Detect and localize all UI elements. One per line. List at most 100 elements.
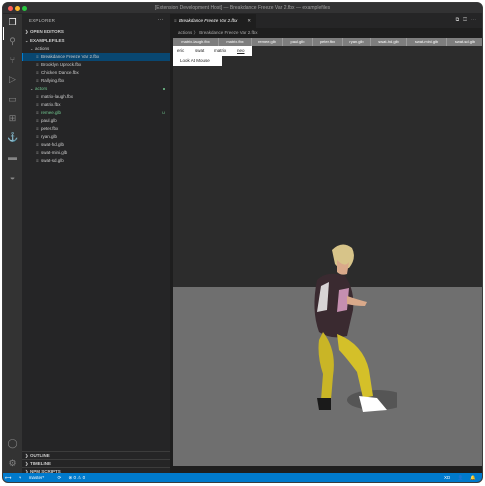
- model-viewer-viewport[interactable]: matrix-laugh.fbx matrix.fbx remee.glb pa…: [173, 38, 482, 466]
- dancer-model: [314, 244, 397, 412]
- problems-indicator[interactable]: ⊗ 0 ⚠ 0: [69, 475, 86, 480]
- model-left-shoe: [317, 398, 331, 410]
- file-label: Chicken Dance.fbx: [41, 70, 79, 75]
- split-editor-icon[interactable]: ◫: [463, 17, 471, 23]
- notifications-bell-icon[interactable]: 🔔: [470, 475, 476, 480]
- file-item[interactable]: ≡ swat-hd.glb: [22, 141, 170, 149]
- more-actions-icon[interactable]: ···: [157, 14, 164, 27]
- character-button[interactable]: eric: [177, 46, 184, 56]
- look-at-mouse-button[interactable]: Look At Mouse: [173, 56, 222, 66]
- branch-icon: ⑂: [18, 475, 22, 480]
- file-label: matrix-laugh.fbx: [41, 94, 74, 99]
- explorer-header: EXPLORER ···: [22, 14, 170, 27]
- editor-area: ≡ Breakdance Freeze Var 2.fbx ✕ ⧉◫⋯ acti…: [170, 14, 482, 475]
- file-label: Breakdance Freeze Var 2.fbx: [41, 54, 100, 59]
- docker-icon[interactable]: ◒: [7, 172, 18, 183]
- animation-button[interactable]: remee.glb: [252, 38, 283, 46]
- more-actions-icon[interactable]: ⋯: [471, 17, 480, 23]
- character-button[interactable]: neo: [237, 46, 245, 56]
- animation-button[interactable]: matrix.fbx: [219, 38, 252, 46]
- file-icon: ≡: [174, 18, 177, 23]
- file-label: swat-hd.glb: [41, 142, 65, 147]
- status-right: XD 👤 🔔: [438, 473, 476, 482]
- editor-actions: ⧉◫⋯: [456, 17, 480, 23]
- activity-bar: ❐ ⚲ ⑂ ▷ ▭ ⊞ ⚓ ▬ ◒ ◯ ⚙: [3, 14, 22, 475]
- file-label: paul.glb: [41, 118, 57, 123]
- title-bar: [Extension Development Host] — Breakdanc…: [3, 3, 482, 14]
- branch-name: master*: [28, 475, 45, 480]
- character-button[interactable]: swat: [195, 46, 204, 56]
- breadcrumb[interactable]: actions 〉 Breakdance Freeze Var 2.fbx: [170, 28, 482, 38]
- timeline-section[interactable]: ❯ TIMELINE: [22, 459, 170, 467]
- explorer-sidebar: EXPLORER ··· ❯ OPEN EDITORS ⌄ EXAMPLEFILES…: [22, 14, 170, 475]
- file-item[interactable]: ≡ peter.fbx: [22, 125, 170, 133]
- animation-button[interactable]: swat-hd.glb: [371, 38, 407, 46]
- sync-icon[interactable]: ⟳: [57, 475, 61, 480]
- file-label: Rallying.fbx: [41, 78, 65, 83]
- file-item[interactable]: ≡ Breakdance Freeze Var 2.fbx: [22, 53, 170, 61]
- folder-actions[interactable]: ⌄ actions: [22, 45, 170, 53]
- model-left-leg: [318, 332, 334, 400]
- anchor-icon[interactable]: ⚓: [7, 132, 18, 143]
- remote-explorer-icon[interactable]: ▭: [7, 94, 18, 105]
- file-label: ryan.glb: [41, 134, 58, 139]
- file-item[interactable]: ≡ ryan.glb: [22, 133, 170, 141]
- files-icon[interactable]: ❐: [7, 17, 18, 28]
- animation-button[interactable]: swat-sd.glb: [447, 38, 482, 46]
- untracked-badge: U: [162, 110, 165, 115]
- active-indicator: [3, 27, 4, 40]
- character-bar: eric swat matrix neo: [173, 46, 252, 56]
- animation-bar: matrix-laugh.fbx matrix.fbx remee.glb pa…: [173, 38, 482, 46]
- xd-indicator[interactable]: XD: [444, 475, 450, 480]
- modified-dot-icon: [163, 88, 165, 90]
- file-item[interactable]: ≡ matrix-laugh.fbx: [22, 93, 170, 101]
- workspace-section[interactable]: ⌄ EXAMPLEFILES: [22, 36, 170, 45]
- timeline-label: TIMELINE: [30, 461, 51, 466]
- search-icon[interactable]: ⚲: [7, 36, 18, 47]
- open-editors-label: OPEN EDITORS: [30, 29, 64, 34]
- character-button[interactable]: matrix: [214, 46, 226, 56]
- folder-label: actors: [35, 86, 48, 91]
- animation-button[interactable]: ryan.glb: [343, 38, 371, 46]
- folder-icon[interactable]: ▬: [7, 152, 18, 163]
- animation-button[interactable]: swat-mini.glb: [407, 38, 447, 46]
- file-label: swat-sd.glb: [41, 158, 64, 163]
- model-arm: [347, 296, 367, 306]
- open-editors-section[interactable]: ❯ OPEN EDITORS: [22, 27, 170, 36]
- outline-section[interactable]: ❯ OUTLINE: [22, 451, 170, 459]
- file-label: Brooklyn Uprock.fbx: [41, 62, 82, 67]
- file-item[interactable]: ≡ remee.glb U: [22, 109, 170, 117]
- file-label: peter.fbx: [41, 126, 59, 131]
- extensions-icon[interactable]: ⊞: [7, 113, 18, 124]
- file-item[interactable]: ≡ paul.glb: [22, 117, 170, 125]
- feedback-icon[interactable]: 👤: [458, 475, 464, 480]
- folder-label: actions: [35, 46, 50, 51]
- status-bar: ⟷ ⑂ master* ⟳ ⊗ 0 ⚠ 0 XD 👤 🔔: [3, 473, 482, 482]
- animation-button[interactable]: matrix-laugh.fbx: [173, 38, 219, 46]
- source-control-icon[interactable]: ⑂: [7, 55, 18, 66]
- run-debug-icon[interactable]: ▷: [7, 74, 18, 85]
- workspace-label: EXAMPLEFILES: [30, 38, 65, 43]
- file-item[interactable]: ≡ swat-sd.glb: [22, 157, 170, 165]
- animation-button[interactable]: paul.glb: [283, 38, 313, 46]
- file-item[interactable]: ≡ swat-mini.glb: [22, 149, 170, 157]
- branch-indicator[interactable]: ⑂ master*: [19, 475, 50, 480]
- animation-button[interactable]: peter.fbx: [313, 38, 343, 46]
- file-item[interactable]: ≡ Brooklyn Uprock.fbx: [22, 61, 170, 69]
- file-item[interactable]: ≡ matrix.fbx: [22, 101, 170, 109]
- file-item[interactable]: ≡ Chicken Dance.fbx: [22, 69, 170, 77]
- explorer-title: EXPLORER: [29, 18, 56, 23]
- file-label: matrix.fbx: [41, 102, 61, 107]
- file-label: remee.glb: [41, 110, 62, 115]
- folder-actors[interactable]: ⌄ actors: [22, 85, 170, 93]
- model-right-leg: [337, 334, 373, 398]
- close-tab-icon[interactable]: ✕: [247, 14, 251, 28]
- account-icon[interactable]: ◯: [7, 438, 18, 449]
- settings-gear-icon[interactable]: ⚙: [7, 458, 18, 469]
- tab-label: Breakdance Freeze Var 2.fbx: [179, 18, 238, 23]
- remote-icon[interactable]: ⟷: [5, 475, 11, 480]
- tab-bar: ≡ Breakdance Freeze Var 2.fbx ✕ ⧉◫⋯: [170, 14, 482, 28]
- file-item[interactable]: ≡ Rallying.fbx: [22, 77, 170, 85]
- status-left: ⟷ ⑂ master* ⟳ ⊗ 0 ⚠ 0: [5, 473, 91, 482]
- tab-breakdance-freeze[interactable]: ≡ Breakdance Freeze Var 2.fbx ✕: [170, 14, 256, 28]
